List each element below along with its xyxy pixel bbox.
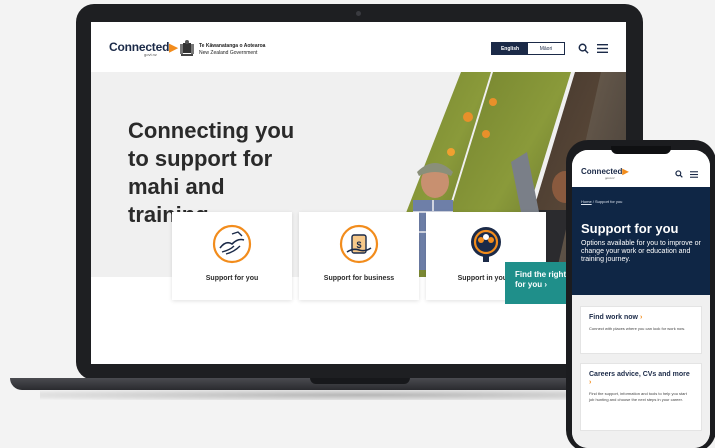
card-support-for-business[interactable]: $ Support for business <box>299 212 419 300</box>
language-toggle: English Māori <box>491 42 565 55</box>
laptop-base-notch <box>310 378 410 384</box>
gov-name-english: New Zealand Government <box>199 50 258 56</box>
menu-icon[interactable] <box>597 44 608 53</box>
business-support-icon: $ <box>339 224 379 264</box>
card-support-for-you[interactable]: Support for you <box>172 212 292 300</box>
card-title: Careers advice, CVs and more › <box>589 371 690 386</box>
gov-name-maori: Te Kāwanatanga o Aotearoa <box>199 43 266 49</box>
mobile-brand-logo[interactable]: Connected▶ <box>581 167 629 176</box>
card-label: Support for business <box>323 275 395 282</box>
phone-notch <box>611 146 671 154</box>
nz-government-crest-icon <box>180 40 194 56</box>
card-label: Support for you <box>205 275 259 282</box>
mobile-brand-subtext: govt.nz <box>605 176 615 180</box>
search-icon[interactable] <box>675 170 683 178</box>
laptop-screen: Connected▶ govt.nz Te Kāwanatanga o Aote… <box>91 22 626 364</box>
brand-subtext: govt.nz <box>144 52 157 57</box>
svg-text:$: $ <box>356 240 361 250</box>
device-mockup: Connected▶ govt.nz Te Kāwanatanga o Aote… <box>0 0 715 448</box>
page-description: Options available for you to improve or … <box>581 240 701 263</box>
lang-english-button[interactable]: English <box>492 43 528 54</box>
site-header: Connected▶ govt.nz Te Kāwanatanga o Aote… <box>91 22 626 72</box>
breadcrumb-current: Support for you <box>595 199 623 204</box>
card-title: Find work now › <box>589 314 643 321</box>
card-description: Find the support, information and tools … <box>589 391 687 402</box>
phone-screen: Connected▶ govt.nz Home / Support for yo… <box>572 150 710 448</box>
helping-hands-icon <box>212 224 252 264</box>
community-search-icon <box>471 227 501 262</box>
breadcrumb: Home / Support for you <box>581 199 622 204</box>
laptop-camera <box>356 11 361 16</box>
card-careers-advice[interactable]: Careers advice, CVs and more › Find the … <box>580 363 702 431</box>
lang-maori-button[interactable]: Māori <box>528 43 564 54</box>
menu-icon[interactable] <box>690 171 698 178</box>
page-title: Support for you <box>581 221 679 236</box>
search-icon[interactable] <box>578 43 589 54</box>
card-description: Connect with places where you can look f… <box>589 326 686 331</box>
card-find-work-now[interactable]: Find work now › Connect with places wher… <box>580 306 702 354</box>
mobile-header: Connected▶ govt.nz <box>572 150 710 187</box>
mobile-card-list: Find work now › Connect with places wher… <box>572 295 710 448</box>
breadcrumb-home-link[interactable]: Home <box>581 199 592 204</box>
mobile-hero: Home / Support for you Support for you O… <box>572 187 710 295</box>
